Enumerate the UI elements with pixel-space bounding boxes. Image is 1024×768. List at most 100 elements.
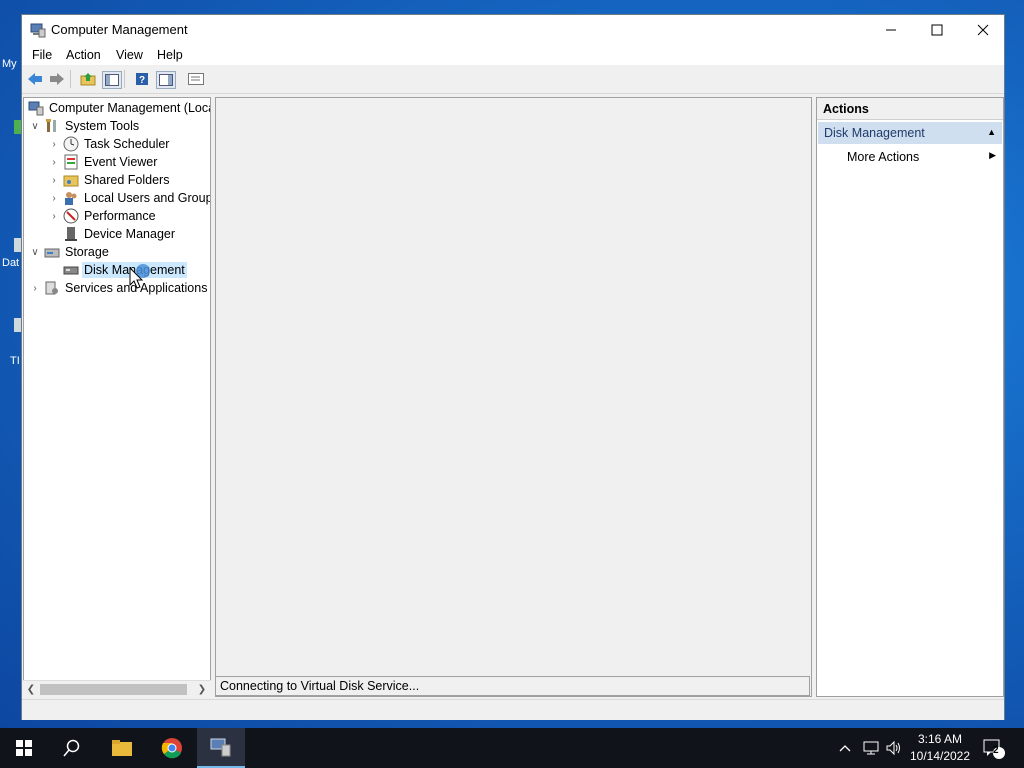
help-button[interactable]: ? bbox=[133, 71, 151, 87]
desktop-icon-label: My bbox=[2, 58, 17, 70]
computer-management-icon bbox=[210, 738, 231, 757]
menu-bar: File Action View Help bbox=[22, 45, 1004, 65]
computer-management-icon bbox=[30, 23, 46, 38]
tree-horizontal-scrollbar[interactable]: ❮ ❯ bbox=[23, 680, 211, 698]
device-manager-icon bbox=[65, 227, 77, 241]
file-explorer-button[interactable] bbox=[98, 728, 146, 768]
notification-count: 2 bbox=[993, 745, 999, 756]
window-title: Computer Management bbox=[51, 22, 188, 37]
maximize-icon bbox=[931, 24, 943, 36]
users-icon bbox=[65, 192, 77, 205]
tree-label: Device Manager bbox=[84, 227, 176, 241]
computer-management-window: Computer Management File Action View Hel… bbox=[21, 14, 1005, 720]
desktop-icon-3[interactable]: Dat bbox=[0, 238, 22, 269]
show-hide-tree-icon bbox=[105, 74, 119, 86]
properties-icon bbox=[188, 73, 204, 85]
tree-node-device-manager[interactable]: Device Manager bbox=[61, 225, 177, 243]
folder-icon bbox=[112, 740, 132, 756]
chevron-up-icon bbox=[839, 745, 851, 752]
mouse-cursor-busy bbox=[129, 264, 150, 289]
minimize-button[interactable] bbox=[868, 15, 914, 45]
properties-button[interactable] bbox=[187, 71, 205, 87]
chevron-right-icon[interactable]: › bbox=[47, 155, 61, 169]
window-status-bar bbox=[22, 699, 1004, 720]
clock-time: 3:16 AM bbox=[917, 732, 963, 746]
event-viewer-icon bbox=[64, 154, 78, 170]
chevron-down-icon[interactable]: ∨ bbox=[28, 119, 42, 133]
tree-label: Local Users and Groups bbox=[84, 191, 211, 205]
forward-icon bbox=[50, 73, 64, 85]
tree-node-root[interactable]: Computer Management (Local bbox=[26, 99, 211, 117]
up-one-level-button[interactable] bbox=[79, 71, 97, 87]
start-button[interactable] bbox=[0, 728, 48, 768]
chevron-right-icon[interactable]: › bbox=[47, 173, 61, 187]
menu-file[interactable]: File bbox=[32, 48, 52, 62]
clock-date: 10/14/2022 bbox=[909, 749, 971, 763]
tree-node-task-scheduler[interactable]: › Task Scheduler bbox=[47, 135, 171, 153]
more-actions-item[interactable]: More Actions bbox=[847, 150, 919, 164]
chevron-right-icon[interactable]: › bbox=[47, 209, 61, 223]
desktop-icon-2[interactable] bbox=[0, 118, 22, 134]
disk-management-icon bbox=[63, 266, 79, 275]
performance-icon bbox=[63, 208, 79, 224]
console-tree[interactable]: Computer Management (Local ∨ System Tool… bbox=[23, 97, 211, 697]
tree-node-shared-folders[interactable]: › Shared Folders bbox=[47, 171, 171, 189]
show-hide-action-pane-button[interactable] bbox=[156, 71, 176, 89]
collapse-up-icon[interactable]: ▲ bbox=[987, 127, 996, 137]
close-icon bbox=[977, 24, 989, 36]
toolbar-separator bbox=[124, 70, 125, 88]
scroll-right-icon[interactable]: ❯ bbox=[195, 682, 209, 697]
computer-management-taskbar-button[interactable] bbox=[197, 728, 245, 768]
chevron-right-icon[interactable]: › bbox=[47, 191, 61, 205]
search-button[interactable] bbox=[48, 728, 96, 768]
help-icon: ? bbox=[136, 73, 148, 86]
shared-folder-icon bbox=[63, 175, 79, 187]
svg-text:?: ? bbox=[139, 75, 145, 86]
network-icon[interactable] bbox=[862, 728, 880, 768]
chevron-right-icon[interactable]: › bbox=[47, 137, 61, 151]
show-hide-console-tree-button[interactable] bbox=[102, 71, 122, 89]
show-hidden-icons-button[interactable] bbox=[838, 728, 852, 768]
tree-label: Computer Management (Local bbox=[49, 101, 211, 115]
submenu-arrow-icon: ▶ bbox=[989, 150, 996, 160]
tree-node-system-tools[interactable]: ∨ System Tools bbox=[28, 117, 141, 135]
search-icon bbox=[63, 739, 80, 757]
tree-label: Task Scheduler bbox=[84, 137, 170, 151]
show-hide-action-pane-icon bbox=[159, 74, 173, 86]
tree-node-storage[interactable]: ∨ Storage bbox=[28, 243, 111, 261]
tree-node-disk-management[interactable]: Disk Management bbox=[61, 261, 187, 279]
tree-node-event-viewer[interactable]: › Event Viewer bbox=[47, 153, 159, 171]
windows-logo-icon bbox=[16, 740, 32, 756]
close-button[interactable] bbox=[960, 15, 1006, 45]
scrollbar-thumb[interactable] bbox=[40, 684, 187, 695]
title-bar[interactable]: Computer Management bbox=[22, 15, 1004, 45]
chrome-button[interactable] bbox=[148, 728, 196, 768]
maximize-button[interactable] bbox=[914, 15, 960, 45]
chevron-down-icon[interactable]: ∨ bbox=[28, 245, 42, 259]
minimize-icon bbox=[886, 29, 896, 31]
scroll-left-icon[interactable]: ❮ bbox=[24, 682, 38, 697]
menu-action[interactable]: Action bbox=[66, 48, 101, 62]
menu-view[interactable]: View bbox=[116, 48, 143, 62]
tree-node-local-users[interactable]: › Local Users and Groups bbox=[47, 189, 211, 207]
actions-section-label: Disk Management bbox=[824, 126, 925, 140]
forward-button[interactable] bbox=[48, 71, 66, 87]
tree-node-services-applications[interactable]: › Services and Applications bbox=[28, 279, 209, 297]
chevron-right-icon[interactable]: › bbox=[28, 281, 42, 295]
tree-label: Event Viewer bbox=[84, 155, 158, 169]
actions-pane: Actions Disk Management ▲ More Actions ▶ bbox=[816, 97, 1004, 697]
actions-section-disk-management[interactable]: Disk Management ▲ bbox=[818, 122, 1002, 144]
up-folder-icon bbox=[80, 73, 96, 86]
desktop-icon-label: TI bbox=[10, 355, 20, 367]
menu-help[interactable]: Help bbox=[157, 48, 183, 62]
tree-label: Performance bbox=[84, 209, 156, 223]
back-button[interactable] bbox=[26, 71, 44, 87]
system-clock[interactable]: 3:16 AM 10/14/2022 bbox=[900, 731, 980, 765]
desktop-icon-4[interactable]: TI bbox=[0, 318, 22, 367]
taskbar: 3:16 AM 10/14/2022 2 bbox=[0, 728, 1024, 768]
action-center-button[interactable]: 2 bbox=[982, 728, 1008, 768]
back-icon bbox=[28, 73, 42, 85]
tree-label: System Tools bbox=[65, 119, 140, 133]
desktop-icon-label: Dat bbox=[2, 257, 20, 269]
tree-node-performance[interactable]: › Performance bbox=[47, 207, 158, 225]
